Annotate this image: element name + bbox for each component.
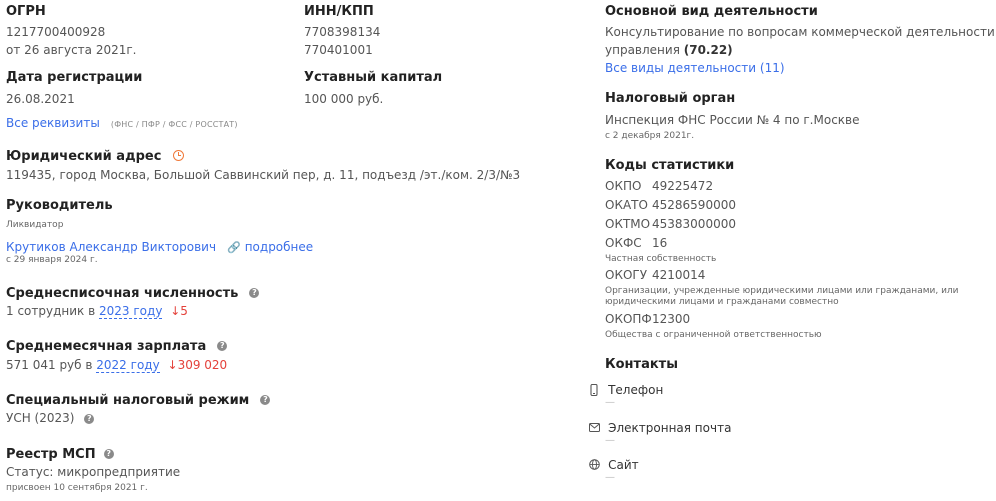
contact-site: Сайт [589, 454, 639, 473]
activity-code: (70.22) [683, 43, 733, 57]
clock-icon[interactable] [172, 150, 184, 161]
stat-key: ОКОПФ [605, 312, 652, 326]
ogrn-label: ОГРН [6, 4, 46, 19]
head-name-link[interactable]: Крутиков Александр Викторович [6, 240, 216, 254]
stat-okopf: ОКОПФ12300 [605, 312, 690, 326]
stat-key: ОКАТО [605, 198, 648, 212]
company-card: { "ogrn": {"label": "ОГРН", "value": "12… [0, 0, 996, 501]
stat-okfs-note: Частная собственность [605, 254, 717, 264]
stat-key: ОКОГУ [605, 268, 648, 282]
phone-label: Телефон [608, 383, 664, 397]
msp-label: Реестр МСП [6, 447, 96, 462]
requisites-row: Все реквизиты (ФНС / ПФР / ФСС / РОССТАТ… [6, 112, 238, 131]
stat-key: ОКФС [605, 236, 642, 250]
inn-value: 7708398134 [304, 25, 381, 39]
stat-value: 45286590000 [652, 198, 736, 212]
globe-icon [589, 459, 600, 470]
msp-since: присвоен 10 сентября 2021 г. [6, 483, 148, 493]
head-since: с 29 января 2024 г. [6, 255, 98, 265]
staff-header: Среднесписочная численность ? [6, 282, 260, 301]
head-more-link[interactable]: 🔗 подробнее [227, 240, 313, 254]
stat-okato: ОКАТО 45286590000 [605, 198, 736, 212]
stat-value: 45383000000 [652, 217, 736, 231]
staff-delta: ↓5 [170, 304, 188, 318]
salary-prefix: 571 041 руб в [6, 358, 93, 372]
stat-value: 16 [652, 236, 668, 250]
salary-delta: ↓309 020 [167, 358, 228, 372]
salary-label: Среднемесячная зарплата [6, 339, 207, 354]
stat-okpo: ОКПО 49225472 [605, 179, 713, 193]
tax-org-value: Инспекция ФНС России № 4 по г.Москве [605, 113, 860, 127]
stat-okogu-note2: юридическими лицами и гражданами совмест… [605, 297, 839, 307]
reg-date-value: 26.08.2021 [6, 92, 75, 106]
site-label: Сайт [608, 458, 639, 472]
head-more-label: подробнее [244, 240, 314, 254]
head-label: Руководитель [6, 198, 113, 213]
stat-okopf-note: Общества с ограниченной ответственностью [605, 330, 822, 340]
contact-phone: Телефон [589, 379, 663, 398]
contact-email: Электронная почта [589, 417, 731, 436]
stat-okfs: ОКФС 16 [605, 236, 667, 250]
kpp-value: 770401001 [304, 43, 373, 57]
stat-value: 49225472 [652, 179, 714, 193]
contacts-label: Контакты [605, 357, 678, 372]
staff-year-link[interactable]: 2023 году [99, 304, 163, 319]
stats-label: Коды статистики [605, 158, 735, 173]
head-row: Крутиков Александр Викторович 🔗 подробне… [6, 236, 313, 255]
address-value: 119435, город Москва, Большой Саввинский… [6, 168, 521, 182]
msp-header: Реестр МСП ? [6, 443, 114, 462]
ogrn-value: 1217700400928 [6, 25, 106, 39]
mail-icon [589, 423, 600, 432]
address-label: Юридический адрес [6, 149, 162, 164]
msp-status: Статус: микропредприятие [6, 465, 181, 479]
stat-okogu-note1: Организации, учрежденные юридическими ли… [605, 286, 959, 296]
stat-okogu: ОКОГУ 4210014 [605, 268, 705, 282]
stat-key: ОКПО [605, 179, 642, 193]
tax-regime-row: УСН (2023) ? [6, 411, 95, 425]
staff-label: Среднесписочная численность [6, 286, 239, 301]
staff-prefix: 1 сотрудник в [6, 304, 96, 318]
phone-empty: — [605, 397, 615, 408]
link-icon: 🔗 [227, 241, 241, 254]
stat-value: 4210014 [652, 268, 706, 282]
help-icon[interactable]: ? [217, 340, 228, 351]
activity-line2: управления (70.22) [605, 43, 733, 57]
stat-key: ОКТМО [605, 217, 651, 231]
reg-date-label: Дата регистрации [6, 70, 143, 85]
tax-org-label: Налоговый орган [605, 91, 736, 106]
email-empty: — [605, 435, 615, 446]
help-icon[interactable]: ? [260, 394, 271, 405]
salary-row: 571 041 руб в 2022 году ↓309 020 [6, 358, 228, 373]
activity-label: Основной вид деятельности [605, 4, 818, 19]
all-activities-link[interactable]: Все виды деятельности (11) [605, 61, 785, 75]
tax-regime-label: Специальный налоговый режим [6, 393, 250, 408]
address-header: Юридический адрес [6, 145, 184, 164]
ogrn-date: от 26 августа 2021г. [6, 43, 137, 57]
inn-label: ИНН/КПП [304, 4, 374, 19]
all-requisites-link[interactable]: Все реквизиты [6, 116, 100, 130]
stat-value: 12300 [652, 312, 691, 326]
stat-oktmo: ОКТМО 45383000000 [605, 217, 736, 231]
tax-org-since: с 2 декабря 2021г. [605, 131, 695, 141]
staff-row: 1 сотрудник в 2023 году ↓5 [6, 304, 188, 319]
salary-header: Среднемесячная зарплата ? [6, 335, 228, 354]
head-role: Ликвидатор [6, 220, 64, 230]
requisites-sources: (ФНС / ПФР / ФСС / РОССТАТ) [110, 120, 238, 129]
site-empty: — [605, 472, 615, 483]
tax-regime-header: Специальный налоговый режим ? [6, 389, 271, 408]
help-icon[interactable]: ? [84, 413, 95, 424]
capital-label: Уставный капитал [304, 70, 443, 85]
salary-year-link[interactable]: 2022 году [96, 358, 160, 373]
activity-line1: Консультирование по вопросам коммерческо… [605, 25, 996, 39]
tax-regime-value: УСН (2023) [6, 411, 75, 425]
activity-line2-text: управления [605, 43, 680, 57]
capital-value: 100 000 руб. [304, 92, 384, 106]
help-icon[interactable]: ? [103, 448, 114, 459]
email-label: Электронная почта [608, 421, 732, 435]
help-icon[interactable]: ? [249, 287, 260, 298]
phone-icon [590, 383, 598, 396]
